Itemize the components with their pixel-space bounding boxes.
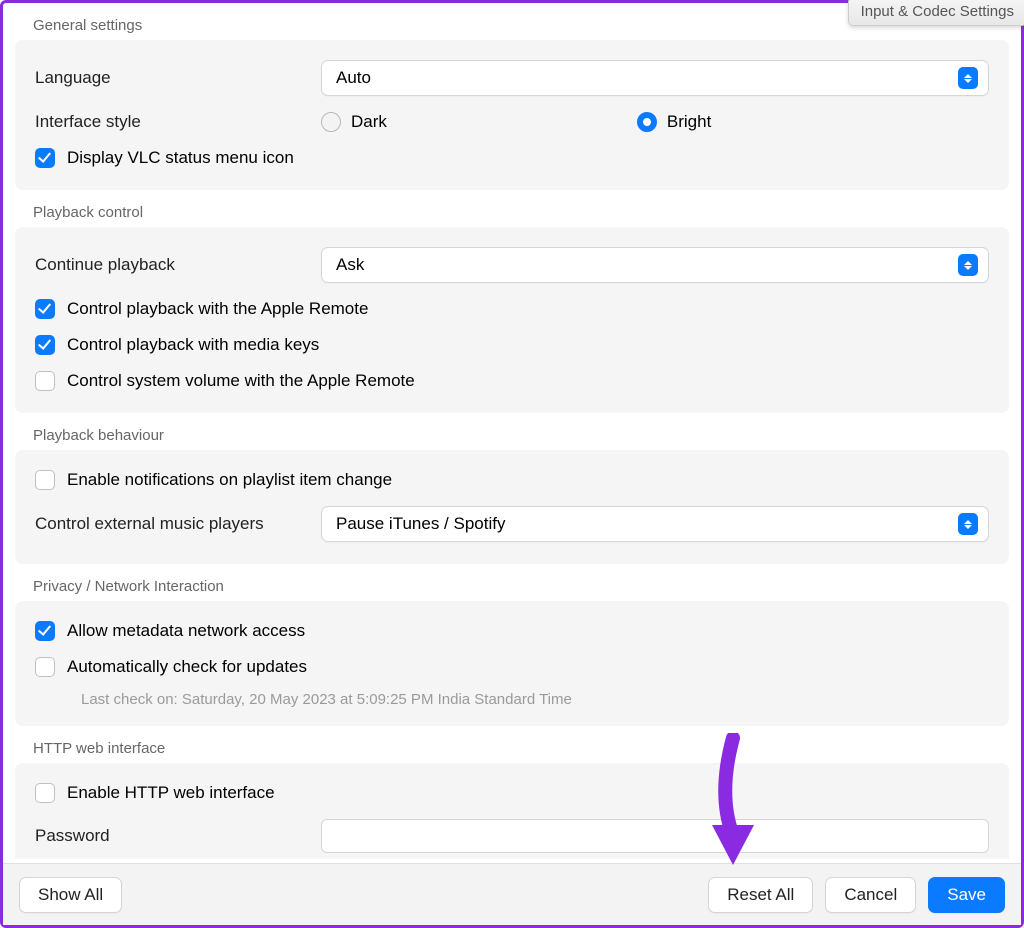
checkbox-apple-remote[interactable]: Control playback with the Apple Remote — [35, 299, 368, 319]
radio-bright-label: Bright — [667, 112, 711, 132]
checkbox-icon — [35, 335, 55, 355]
section-title-playback-behaviour: Playback behaviour — [15, 419, 1009, 450]
reset-all-button[interactable]: Reset All — [708, 877, 813, 913]
continue-playback-label: Continue playback — [35, 255, 321, 275]
password-label: Password — [35, 826, 321, 846]
checkbox-icon — [35, 621, 55, 641]
section-privacy: Allow metadata network access Automatica… — [15, 601, 1009, 726]
continue-playback-value: Ask — [336, 255, 958, 275]
language-label: Language — [35, 68, 321, 88]
section-playback-behaviour: Enable notifications on playlist item ch… — [15, 450, 1009, 564]
checkbox-system-volume[interactable]: Control system volume with the Apple Rem… — [35, 371, 415, 391]
checkbox-media-keys[interactable]: Control playback with media keys — [35, 335, 319, 355]
checkbox-icon — [35, 657, 55, 677]
external-players-value: Pause iTunes / Spotify — [336, 514, 958, 534]
settings-content: General settings Language Auto Interface… — [15, 9, 1009, 859]
checkbox-apple-remote-label: Control playback with the Apple Remote — [67, 299, 368, 319]
radio-dot-icon — [321, 112, 341, 132]
checkbox-http[interactable]: Enable HTTP web interface — [35, 783, 275, 803]
language-value: Auto — [336, 68, 958, 88]
checkbox-media-keys-label: Control playback with media keys — [67, 335, 319, 355]
external-players-label: Control external music players — [35, 514, 321, 534]
checkbox-http-label: Enable HTTP web interface — [67, 783, 275, 803]
interface-style-radios: Dark Bright — [321, 112, 989, 132]
checkbox-notifications-label: Enable notifications on playlist item ch… — [67, 470, 392, 490]
chevron-updown-icon — [958, 254, 978, 276]
radio-dark-label: Dark — [351, 112, 387, 132]
section-playback-control: Continue playback Ask Control playback w… — [15, 227, 1009, 413]
checkbox-metadata[interactable]: Allow metadata network access — [35, 621, 305, 641]
checkbox-status-menu-label: Display VLC status menu icon — [67, 148, 294, 168]
section-title-privacy: Privacy / Network Interaction — [15, 570, 1009, 601]
section-title-http: HTTP web interface — [15, 732, 1009, 763]
cancel-button[interactable]: Cancel — [825, 877, 916, 913]
password-input[interactable] — [321, 819, 989, 853]
radio-dot-icon — [637, 112, 657, 132]
language-select[interactable]: Auto — [321, 60, 989, 96]
checkbox-icon — [35, 371, 55, 391]
checkbox-updates[interactable]: Automatically check for updates — [35, 657, 307, 677]
checkbox-notifications[interactable]: Enable notifications on playlist item ch… — [35, 470, 392, 490]
chevron-updown-icon — [958, 67, 978, 89]
checkbox-system-volume-label: Control system volume with the Apple Rem… — [67, 371, 415, 391]
checkbox-status-menu[interactable]: Display VLC status menu icon — [35, 148, 294, 168]
footer-bar: Show All Reset All Cancel Save — [3, 863, 1021, 925]
radio-dark[interactable]: Dark — [321, 112, 387, 132]
checkbox-icon — [35, 299, 55, 319]
section-general: Language Auto Interface style Dark Brigh… — [15, 40, 1009, 190]
checkbox-icon — [35, 470, 55, 490]
last-check-text: Last check on: Saturday, 20 May 2023 at … — [35, 685, 989, 712]
radio-bright[interactable]: Bright — [637, 112, 711, 132]
checkbox-icon — [35, 148, 55, 168]
section-title-playback-control: Playback control — [15, 196, 1009, 227]
external-players-select[interactable]: Pause iTunes / Spotify — [321, 506, 989, 542]
checkbox-metadata-label: Allow metadata network access — [67, 621, 305, 641]
checkbox-updates-label: Automatically check for updates — [67, 657, 307, 677]
interface-style-label: Interface style — [35, 112, 321, 132]
save-button[interactable]: Save — [928, 877, 1005, 913]
section-title-general: General settings — [15, 9, 1009, 40]
continue-playback-select[interactable]: Ask — [321, 247, 989, 283]
section-http: Enable HTTP web interface Password — [15, 763, 1009, 859]
show-all-button[interactable]: Show All — [19, 877, 122, 913]
checkbox-icon — [35, 783, 55, 803]
chevron-updown-icon — [958, 513, 978, 535]
